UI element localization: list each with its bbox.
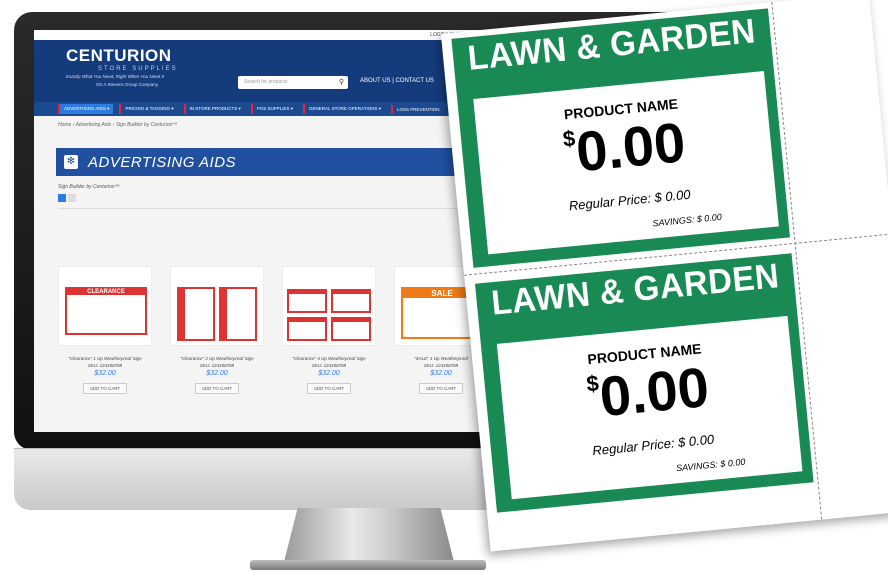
sign-card: LAWN & GARDEN PRODUCT NAME $0.00 Regular… (451, 8, 790, 268)
sign-body: PRODUCT NAME $0.00 Regular Price: $ 0.00… (496, 315, 803, 500)
sign-price-amount: 0.00 (596, 354, 712, 429)
sign-price-amount: 0.00 (573, 110, 688, 184)
product-price: $32.00 (94, 370, 116, 377)
logo-name: CENTURION (66, 46, 172, 65)
category-banner: ✻ ADVERTISING AIDS (56, 148, 496, 176)
nav-item-general-store-operations[interactable]: GENERAL STORE OPERATIONS ▾ (303, 104, 385, 114)
nav-item-pos-supplies[interactable]: POS SUPPLIES ▾ (250, 104, 297, 114)
product-image[interactable]: CLEARANCE (58, 266, 152, 346)
product-card[interactable]: "Clearance" 4 Up Weatherproof Sign SKU: … (282, 266, 376, 395)
search-icon[interactable]: ⚲ (339, 76, 344, 89)
sign-sheet: LAWN & GARDEN PRODUCT NAME $0.00 Regular… (438, 0, 888, 552)
gear-icon: ✻ (64, 155, 78, 169)
product-image[interactable] (170, 266, 264, 346)
header-links[interactable]: ABOUT US | CONTACT US (360, 78, 434, 84)
clearance-sign-thumbnail (219, 287, 257, 341)
add-to-cart-button[interactable]: ADD TO CART (82, 383, 128, 394)
nav-item-in-store-products[interactable]: IN STORE PRODUCTS ▾ (183, 104, 245, 114)
product-name[interactable]: "Clearance" 1 Up Weatherproof Sign (58, 356, 152, 361)
sign-card: LAWN & GARDEN PRODUCT NAME $0.00 Regular… (474, 253, 814, 513)
list-view-icon[interactable] (68, 194, 76, 202)
clearance-sign-thumbnail (287, 317, 327, 341)
product-sku: SKU: 123456789 (311, 363, 347, 368)
product-name[interactable]: "Clearance" 2 Up Weatherproof Sign (170, 356, 264, 361)
logo[interactable]: CENTURION STORE SUPPLIES Exactly What Yo… (66, 46, 178, 87)
clearance-sign-thumbnail (287, 289, 327, 313)
grid-view-icon[interactable] (58, 194, 66, 202)
nav-item-pricing-tagging[interactable]: PRICING & TAGGING ▾ (119, 104, 177, 114)
sign-body: PRODUCT NAME $0.00 Regular Price: $ 0.00… (473, 71, 779, 255)
product-price: $32.00 (318, 370, 340, 377)
divider (58, 208, 498, 209)
clearance-sign-thumbnail (331, 317, 371, 341)
nav-item-advertising-aids[interactable]: ADVERTISING AIDS ▾ (58, 104, 114, 114)
page-title: ADVERTISING AIDS (88, 153, 237, 171)
logo-group: SG A Stevens Group Company (96, 82, 159, 87)
monitor-stand-neck (284, 508, 454, 562)
logo-tagline: Exactly What You Need, Right When You Ne… (66, 74, 164, 79)
product-sku: SKU: 123456789 (87, 363, 123, 368)
product-card[interactable]: "Clearance" 2 Up Weatherproof Sign SKU: … (170, 266, 264, 395)
add-to-cart-button[interactable]: ADD TO CART (306, 383, 352, 394)
sign-savings: SAVINGS: $ 0.00 (651, 211, 723, 229)
clearance-sign-thumbnail (331, 289, 371, 313)
search-placeholder: Search for products (244, 79, 288, 85)
product-image[interactable] (282, 266, 376, 346)
search-input[interactable]: Search for products ⚲ (238, 76, 348, 89)
monitor-stand-foot (250, 560, 486, 570)
product-price: $32.00 (206, 370, 228, 377)
sign-savings: SAVINGS: $ 0.00 (675, 456, 746, 474)
add-to-cart-button[interactable]: ADD TO CART (194, 383, 240, 394)
thumbnail-tag: CLEARANCE (67, 289, 145, 295)
product-sku: SKU: 123456789 (199, 363, 235, 368)
clearance-sign-thumbnail (177, 287, 215, 341)
add-to-cart-button[interactable]: ADD TO CART (418, 383, 464, 394)
nav-item-loss-prevention[interactable]: LOSS PREVENTION (390, 104, 444, 114)
product-card[interactable]: CLEARANCE "Clearance" 1 Up Weatherproof … (58, 266, 152, 395)
logo-sub: STORE SUPPLIES (98, 66, 178, 72)
scene: LOGIN | SHOP CENTURION STORE SUPPLIES Ex… (0, 0, 888, 574)
product-name[interactable]: "Clearance" 4 Up Weatherproof Sign (282, 356, 376, 361)
clearance-sign-thumbnail: CLEARANCE (65, 287, 147, 335)
product-grid: CLEARANCE "Clearance" 1 Up Weatherproof … (58, 266, 488, 395)
